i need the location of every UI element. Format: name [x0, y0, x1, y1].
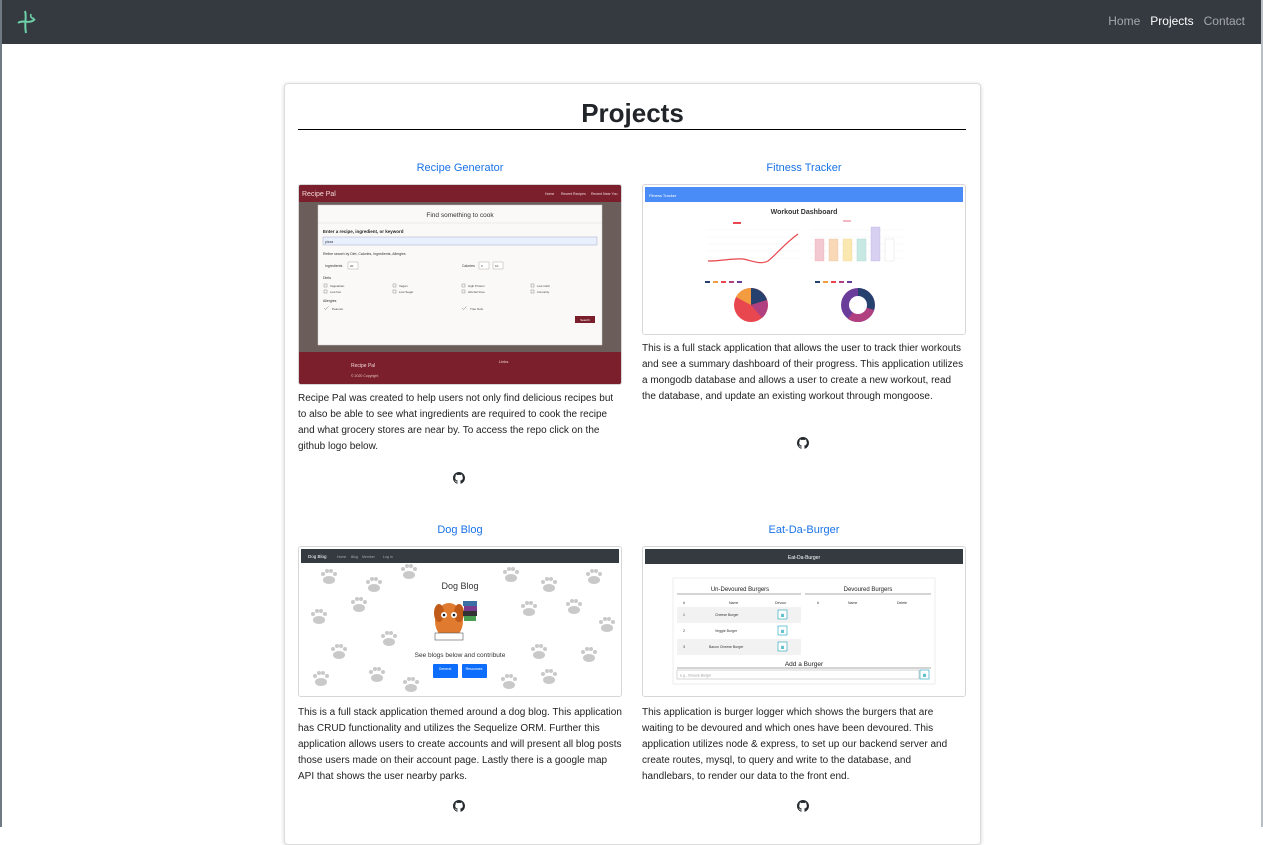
dog-button-resources: Resources: [466, 667, 483, 671]
burger-col-left-1: Name: [729, 601, 738, 605]
burger-devoured-title: Devoured Burgers: [844, 587, 893, 593]
nav-link-home[interactable]: Home: [1108, 14, 1140, 28]
burger-row-2-name: Bacon Cheese Burger: [709, 645, 744, 649]
fitness-dashboard-title: Workout Dashboard: [771, 209, 838, 216]
nav-link-contact[interactable]: Contact: [1204, 14, 1245, 28]
burger-col-left-0: #: [683, 601, 685, 605]
dog-nav-home: Home: [337, 555, 346, 559]
dog-button-general: General: [439, 667, 452, 671]
recipe-diet-0: Vegetarian: [330, 284, 345, 288]
recipe-refine-label: Refine search by Diet, Calories, Ingredi…: [323, 252, 406, 256]
dog-brand: Dog Blog: [308, 554, 327, 559]
recipe-copyright: © 2020 Copyright: [351, 374, 378, 378]
project-title-link[interactable]: Dog Blog: [298, 522, 622, 538]
recipe-pal-screenshot[interactable]: Recipe Pal Home Recent Recipes Recent Ne…: [298, 184, 622, 385]
burger-header: Eat-Da-Burger: [788, 555, 821, 561]
github-icon[interactable]: [453, 472, 465, 484]
window-frame-left: [0, 0, 2, 827]
recipe-diet-4: Low Fat: [330, 290, 341, 294]
project-title-link[interactable]: Eat-Da-Burger: [642, 522, 966, 538]
recipe-footer-links: Links: [499, 359, 508, 364]
recipe-allergy-0: Peanuts: [332, 307, 344, 311]
recipe-calories-label: Calories: [462, 264, 475, 268]
project-fitness-tracker: Fitness Tracker Fitness Tracker Workout …: [642, 160, 966, 460]
nav-link-projects[interactable]: Projects: [1150, 14, 1193, 28]
burger-row-0-name: Cheese Burger: [715, 613, 739, 617]
dog-tagline: See blogs below and contribute: [415, 652, 506, 659]
page-title: Projects: [581, 98, 684, 128]
recipe-search-label: Enter a recipe, ingredient, or keyword: [323, 229, 404, 234]
recipe-diet-1: Vegan: [399, 284, 408, 288]
recipe-nav-home: Home: [545, 192, 554, 196]
svg-text:▦: ▦: [781, 629, 785, 634]
svg-text:▦: ▦: [781, 613, 785, 618]
recipe-nav-near: Recent Near You: [591, 192, 618, 196]
fitness-bar-title: Fitness Tracker: [649, 193, 677, 198]
recipe-ingredients-label: Ingredients: [325, 264, 343, 268]
dog-blog-screenshot[interactable]: Dog Blog Home Blog Member Log In Dog Blo…: [298, 546, 622, 697]
recipe-diet-5: Low Sugar: [399, 290, 413, 294]
github-icon[interactable]: [453, 800, 465, 812]
navbar: Home Projects Contact: [2, 0, 1261, 44]
burger-col-right-1: Name: [848, 601, 857, 605]
project-title-link[interactable]: Recipe Generator: [298, 160, 622, 176]
fitness-tracker-screenshot[interactable]: Fitness Tracker Workout Dashboard: [642, 184, 966, 335]
recipe-diet-2: High Protein: [468, 284, 485, 288]
project-eat-da-burger: Eat-Da-Burger Eat-Da-Burger Un-Devoured …: [642, 522, 966, 822]
burger-col-left-2: Devour: [775, 601, 787, 605]
recipe-diet-6: Alcohol Free: [468, 290, 485, 294]
burger-undevoured-title: Un-Devoured Burgers: [711, 587, 769, 593]
burger-row-0-num: 1: [683, 613, 685, 617]
burger-col-right-2: Delete: [897, 601, 907, 605]
recipe-nav-recent: Recent Recipes: [561, 192, 586, 196]
logo-icon[interactable]: [15, 9, 39, 35]
title-divider: [298, 129, 966, 130]
recipe-search-value: pizza: [325, 240, 333, 244]
burger-add-title: Add a Burger: [785, 661, 824, 668]
dog-nav-blog: Blog: [351, 555, 358, 559]
recipe-brand: Recipe Pal: [302, 191, 336, 198]
dog-nav-login: Log In: [383, 555, 393, 559]
eat-da-burger-screenshot[interactable]: Eat-Da-Burger Un-Devoured Burgers Devour…: [642, 546, 966, 697]
project-dog-blog: Dog Blog Dog Blog Home Blog Member Log I…: [298, 522, 622, 822]
svg-text:▦: ▦: [923, 673, 927, 678]
project-description: This application is burger logger which …: [642, 707, 948, 782]
recipe-allergies-label: Allergies: [323, 299, 337, 303]
recipe-footer-brand: Recipe Pal: [351, 363, 375, 369]
burger-row-2-num: 3: [683, 645, 685, 649]
burger-add-placeholder: e.g., Cheese Burger: [680, 674, 712, 678]
github-icon[interactable]: [797, 437, 809, 449]
project-recipe-generator: Recipe Generator Recipe Pal Home Recent …: [298, 160, 622, 490]
project-description: Recipe Pal was created to help users not…: [298, 393, 614, 452]
recipe-diet-7: Immunity: [537, 290, 550, 294]
recipe-diets-label: Diets: [323, 276, 331, 280]
recipe-allergy-1: Tree Nuts: [470, 307, 484, 311]
dog-heading: Dog Blog: [441, 581, 478, 591]
burger-col-right-0: #: [817, 601, 819, 605]
burger-row-1-name: Veggie Burger: [715, 629, 738, 633]
svg-text:▦: ▦: [781, 645, 785, 650]
recipe-modal-title: Find something to cook: [426, 212, 494, 219]
recipe-search-button: Search: [580, 318, 590, 322]
github-icon[interactable]: [797, 800, 809, 812]
recipe-ingredients-value: 20: [350, 264, 354, 268]
project-title-link[interactable]: Fitness Tracker: [642, 160, 966, 176]
projects-card: Projects Recipe Generator Recipe Pal Hom…: [284, 83, 981, 845]
project-description: This is a full stack application themed …: [298, 707, 622, 782]
burger-row-1-num: 2: [683, 629, 685, 633]
nav-links: Home Projects Contact: [1108, 14, 1245, 28]
dog-nav-member: Member: [362, 555, 376, 559]
project-description: This is a full stack application that al…: [642, 343, 964, 402]
recipe-calories-max: 10: [495, 264, 499, 268]
recipe-diet-3: Low Carb: [537, 284, 550, 288]
